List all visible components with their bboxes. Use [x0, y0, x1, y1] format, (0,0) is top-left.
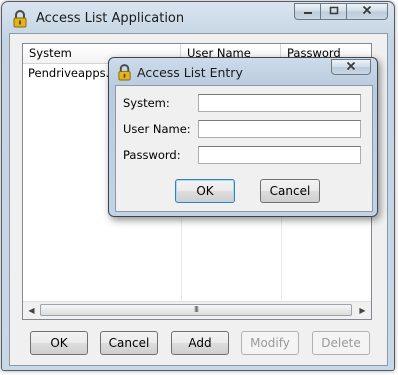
dialog-title: Access List Entry — [137, 65, 243, 80]
delete-button[interactable]: Delete — [312, 331, 370, 355]
close-button[interactable] — [346, 3, 388, 20]
system-label: System: — [123, 96, 170, 110]
password-field[interactable] — [198, 146, 361, 164]
dialog-close-button[interactable] — [331, 59, 371, 75]
modify-button[interactable]: Modify — [241, 331, 299, 355]
access-list-entry-dialog: Access List Entry System: User Name: Pas… — [108, 57, 378, 217]
padlock-icon — [117, 64, 132, 84]
user-name-label: User Name: — [123, 122, 191, 136]
add-button[interactable]: Add — [171, 331, 229, 355]
scroll-right-arrow-icon[interactable]: ▶ — [354, 302, 371, 319]
system-field[interactable] — [198, 94, 361, 112]
dialog-client: System: User Name: Password: OK Cancel — [115, 85, 373, 212]
caption-buttons — [294, 3, 388, 20]
title-bar[interactable]: Access List Application — [2, 2, 394, 34]
close-icon — [362, 5, 372, 18]
dialog-cancel-button[interactable]: Cancel — [260, 179, 320, 203]
dialog-ok-button[interactable]: OK — [175, 179, 235, 203]
minimize-icon — [303, 5, 313, 18]
scroll-left-arrow-icon[interactable]: ◀ — [23, 302, 40, 319]
maximize-icon — [329, 5, 339, 18]
minimize-button[interactable] — [294, 3, 320, 20]
cancel-button[interactable]: Cancel — [100, 331, 158, 355]
scroll-grip: III — [193, 305, 199, 314]
scroll-thumb[interactable]: III — [40, 304, 352, 316]
password-label: Password: — [123, 148, 181, 162]
padlock-icon — [12, 10, 28, 31]
user-name-field[interactable] — [198, 120, 361, 138]
horizontal-scrollbar[interactable]: ◀ III ▶ — [23, 301, 371, 319]
maximize-button[interactable] — [320, 3, 346, 20]
window-title: Access List Application — [36, 11, 185, 26]
ok-button[interactable]: OK — [30, 331, 88, 355]
close-icon — [346, 61, 356, 74]
